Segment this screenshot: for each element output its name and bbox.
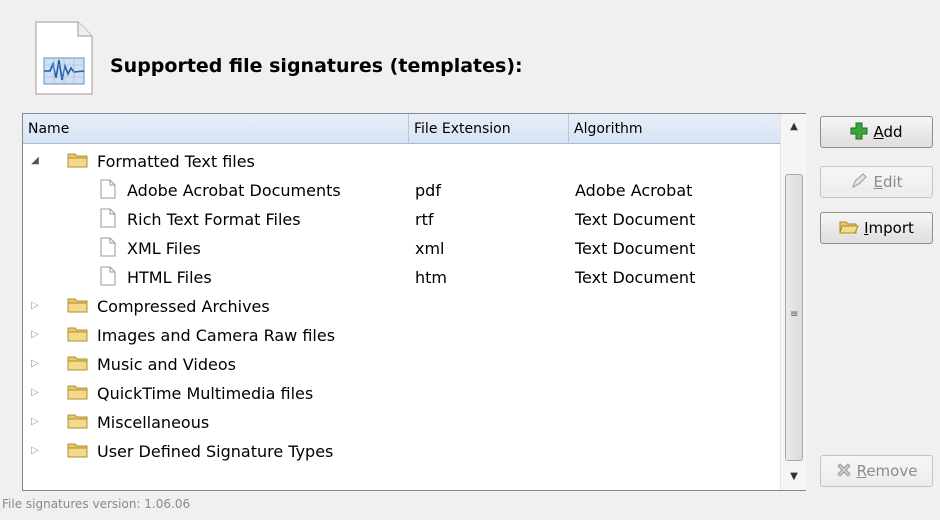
- remove-button-label: Remove: [856, 462, 918, 480]
- algorithm-cell: Adobe Acrobat: [575, 181, 693, 200]
- tree-folder-row[interactable]: ▷ Miscellaneous: [23, 408, 780, 437]
- page-title: Supported file signatures (templates):: [110, 55, 523, 77]
- vertical-scrollbar[interactable]: ▲ ≡ ▼: [780, 114, 806, 490]
- column-file-extension[interactable]: File Extension: [409, 114, 569, 144]
- algorithm-cell: Text Document: [575, 268, 696, 287]
- edit-button[interactable]: Edit: [820, 166, 933, 198]
- file-extension-cell: htm: [415, 268, 447, 287]
- expand-triangle-closed-icon[interactable]: ▷: [29, 445, 41, 457]
- file-icon: [100, 179, 116, 199]
- tree-folder-label: Images and Camera Raw files: [97, 326, 336, 345]
- tree-file-row[interactable]: XML Files xml Text Document: [23, 234, 780, 263]
- signature-document-icon: [35, 21, 93, 95]
- expand-triangle-closed-icon[interactable]: ▷: [29, 387, 41, 399]
- expand-triangle-closed-icon[interactable]: ▷: [29, 416, 41, 428]
- file-extension-cell: pdf: [415, 181, 441, 200]
- tree-folder-row[interactable]: ▷ Compressed Archives: [23, 292, 780, 321]
- tree-folder-label: Compressed Archives: [97, 297, 270, 316]
- tree-folder-label: User Defined Signature Types: [97, 442, 334, 461]
- tree-folder-row[interactable]: ▷ User Defined Signature Types: [23, 437, 780, 466]
- tree-folder-label: Formatted Text files: [97, 152, 255, 171]
- add-button-label: Add: [873, 123, 903, 141]
- edit-rest: dit: [882, 173, 903, 191]
- scroll-down-arrow-icon[interactable]: ▼: [781, 464, 807, 490]
- import-rest: mport: [868, 219, 914, 237]
- import-button-label: Import: [864, 219, 914, 237]
- tree-folder-row[interactable]: ▷ Music and Videos: [23, 350, 780, 379]
- header: Supported file signatures (templates):: [22, 14, 622, 104]
- folder-icon: [67, 441, 88, 458]
- expand-triangle-closed-icon[interactable]: ▷: [29, 300, 41, 312]
- tree-file-label: Rich Text Format Files: [127, 210, 301, 229]
- signature-version-text: File signatures version: 1.06.06: [2, 497, 191, 511]
- signature-tree[interactable]: Name File Extension Algorithm ◢ Formatted…: [22, 113, 806, 491]
- algorithm-cell: Text Document: [575, 210, 696, 229]
- remove-x-icon: [836, 462, 851, 477]
- remove-rest: emove: [866, 462, 918, 480]
- folder-icon: [67, 412, 88, 429]
- folder-icon: [67, 296, 88, 313]
- tree-file-label: HTML Files: [127, 268, 212, 287]
- folder-icon: [67, 354, 88, 371]
- tree-folder-label: QuickTime Multimedia files: [97, 384, 314, 403]
- add-button[interactable]: Add: [820, 116, 933, 148]
- scroll-thumb[interactable]: ≡: [785, 174, 803, 461]
- tree-folder-row[interactable]: ▷ QuickTime Multimedia files: [23, 379, 780, 408]
- tree-file-row[interactable]: HTML Files htm Text Document: [23, 263, 780, 292]
- edit-pencil-icon: [852, 172, 868, 188]
- edit-button-label: Edit: [873, 173, 903, 191]
- scroll-up-arrow-icon[interactable]: ▲: [781, 114, 807, 140]
- file-icon: [100, 266, 116, 286]
- expand-triangle-open-icon[interactable]: ◢: [29, 155, 41, 167]
- tree-file-row[interactable]: Adobe Acrobat Documents pdf Adobe Acrobat: [23, 176, 780, 205]
- file-extension-cell: xml: [415, 239, 445, 258]
- green-plus-icon: [850, 122, 868, 139]
- tree-folder-row[interactable]: ▷ Images and Camera Raw files: [23, 321, 780, 350]
- remove-button[interactable]: Remove: [820, 455, 933, 487]
- tree-folder-label: Music and Videos: [97, 355, 236, 374]
- tree-folder-row[interactable]: ◢ Formatted Text files: [23, 147, 780, 176]
- folder-open-icon: [839, 221, 859, 233]
- column-header: Name File Extension Algorithm: [23, 114, 780, 144]
- tree-folder-label: Miscellaneous: [97, 413, 210, 432]
- folder-icon: [67, 325, 88, 342]
- add-rest: dd: [883, 123, 903, 141]
- tree-rows: ◢ Formatted Text files Adobe Acrobat Docum…: [23, 147, 780, 466]
- tree-file-label: Adobe Acrobat Documents: [127, 181, 341, 200]
- file-icon: [100, 237, 116, 257]
- algorithm-cell: Text Document: [575, 239, 696, 258]
- tree-file-label: XML Files: [127, 239, 201, 258]
- expand-triangle-closed-icon[interactable]: ▷: [29, 358, 41, 370]
- folder-icon: [67, 151, 88, 168]
- file-icon: [100, 208, 116, 228]
- tree-file-row[interactable]: Rich Text Format Files rtf Text Document: [23, 205, 780, 234]
- folder-icon: [67, 383, 88, 400]
- file-extension-cell: rtf: [415, 210, 434, 229]
- column-name[interactable]: Name: [23, 114, 409, 144]
- grip-icon: ≡: [790, 309, 799, 320]
- import-button[interactable]: Import: [820, 212, 933, 244]
- column-algorithm[interactable]: Algorithm: [569, 114, 780, 144]
- expand-triangle-closed-icon[interactable]: ▷: [29, 329, 41, 341]
